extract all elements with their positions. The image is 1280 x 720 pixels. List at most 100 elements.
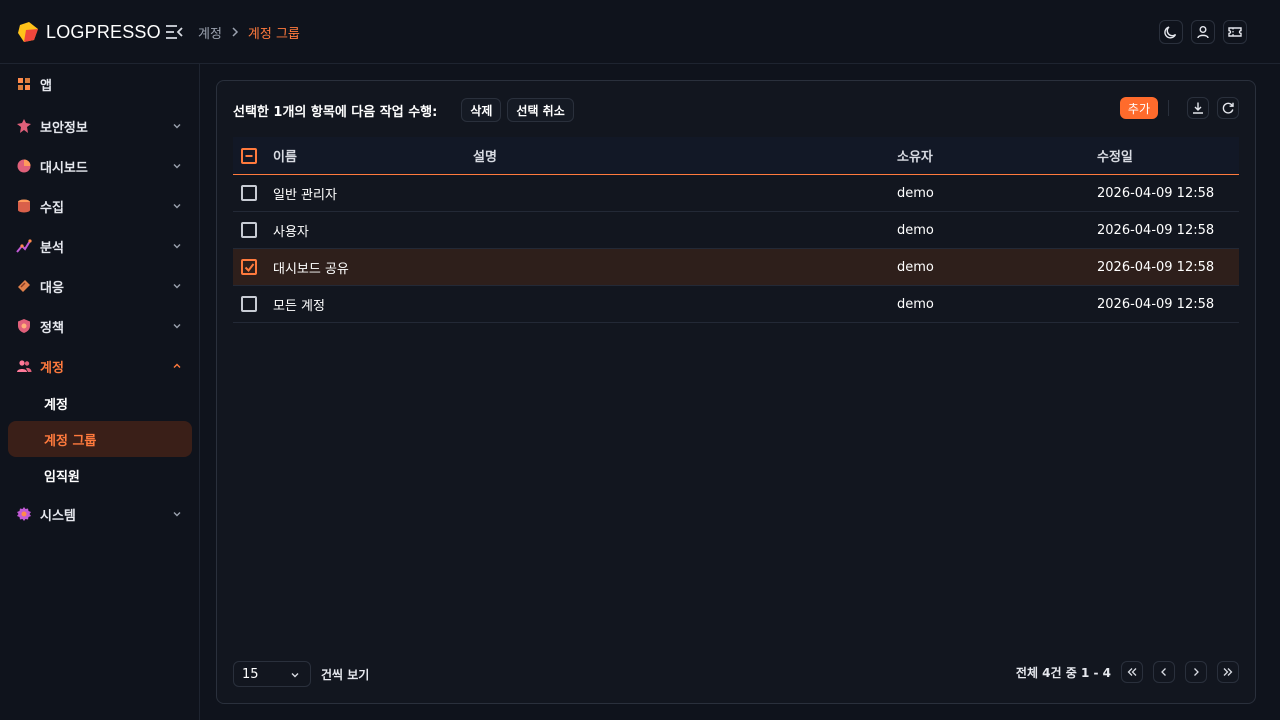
header-checkbox-cell bbox=[241, 137, 257, 174]
breadcrumb-item-account-group: 계정 그룹 bbox=[247, 26, 300, 42]
chevron-down-icon bbox=[173, 284, 181, 289]
delete-button[interactable]: 삭제 bbox=[461, 98, 502, 122]
row-owner: demo bbox=[897, 259, 934, 275]
refresh-icon bbox=[1222, 102, 1234, 114]
last-page-button[interactable] bbox=[1217, 661, 1239, 683]
sidebar-item-label: 계정 bbox=[40, 360, 64, 376]
users-icon bbox=[17, 360, 32, 372]
checkmark-icon bbox=[244, 262, 254, 272]
system-icon bbox=[17, 507, 31, 521]
dashboard-icon bbox=[17, 159, 31, 173]
row-checkbox[interactable] bbox=[241, 185, 257, 201]
table-row[interactable]: 일반 관리자 demo 2026-04-09 12:58 bbox=[233, 175, 1239, 212]
row-checkbox-cell bbox=[241, 249, 257, 285]
table-row[interactable]: 모든 계정 demo 2026-04-09 12:58 bbox=[233, 286, 1239, 323]
chevron-left-icon bbox=[1161, 668, 1166, 676]
first-page-button[interactable] bbox=[1121, 661, 1143, 683]
refresh-button[interactable] bbox=[1217, 97, 1239, 119]
selection-toolbar: 선택한 1개의 항목에 다음 작업 수행: 삭제 선택 취소 추가 bbox=[233, 97, 1239, 123]
download-button[interactable] bbox=[1187, 97, 1209, 119]
sidebar-item-analysis[interactable]: 분석 bbox=[8, 228, 192, 264]
table-row[interactable]: 대시보드 공유 demo 2026-04-09 12:58 bbox=[233, 249, 1239, 286]
row-checkbox[interactable] bbox=[241, 296, 257, 312]
chevron-down-icon bbox=[291, 673, 299, 678]
header-actions bbox=[1159, 20, 1247, 44]
sidebar-item-response[interactable]: 대응 bbox=[8, 268, 192, 304]
deselect-button[interactable]: 선택 취소 bbox=[507, 98, 574, 122]
menu-collapse-icon[interactable] bbox=[164, 22, 184, 42]
per-page-label: 건씩 보기 bbox=[321, 668, 370, 682]
next-page-button[interactable] bbox=[1185, 661, 1207, 683]
table-footer: 15 건씩 보기 전체 4건 중 1 - 4 bbox=[233, 661, 1239, 687]
user-icon bbox=[1197, 26, 1209, 39]
account-group-table: 이름 설명 소유자 수정일 일반 관리자 demo 2026-04-09 12:… bbox=[233, 137, 1239, 323]
row-checkbox-cell bbox=[241, 212, 257, 248]
sidebar-item-policy[interactable]: 정책 bbox=[8, 308, 192, 344]
column-header-modified[interactable]: 수정일 bbox=[1097, 137, 1133, 174]
chevron-down-icon bbox=[173, 324, 181, 329]
chevron-down-icon bbox=[173, 204, 181, 209]
logo-mark-icon bbox=[18, 22, 38, 42]
row-name[interactable]: 모든 계정 bbox=[273, 286, 325, 322]
breadcrumb-item-account[interactable]: 계정 bbox=[198, 23, 222, 42]
chevron-up-icon bbox=[173, 363, 181, 368]
add-button[interactable]: 추가 bbox=[1119, 97, 1158, 119]
apps-icon bbox=[18, 78, 30, 90]
main-panel: 선택한 1개의 항목에 다음 작업 수행: 삭제 선택 취소 추가 이름 설명 … bbox=[216, 80, 1256, 704]
table-row[interactable]: 사용자 demo 2026-04-09 12:58 bbox=[233, 212, 1239, 249]
chevron-down-icon bbox=[173, 124, 181, 129]
sidebar-subitem-account[interactable]: 계정 bbox=[8, 385, 192, 421]
breadcrumb: 계정 계정 그룹 bbox=[198, 22, 300, 42]
chevrons-right-icon bbox=[1223, 668, 1233, 676]
row-modified: 2026-04-09 12:58 bbox=[1097, 222, 1215, 238]
policy-icon bbox=[18, 319, 30, 333]
prev-page-button[interactable] bbox=[1153, 661, 1175, 683]
user-profile-button[interactable] bbox=[1191, 20, 1215, 44]
row-owner: demo bbox=[897, 222, 934, 238]
chevron-right-icon bbox=[1194, 668, 1199, 676]
row-name[interactable]: 일반 관리자 bbox=[273, 175, 337, 211]
logo-text: LOGPRESSO bbox=[46, 21, 161, 42]
sidebar-subitem-account-group[interactable]: 계정 그룹 bbox=[8, 421, 192, 457]
row-checkbox[interactable] bbox=[241, 259, 257, 275]
column-header-owner[interactable]: 소유자 bbox=[897, 137, 933, 174]
sidebar-item-label: 대시보드 bbox=[40, 160, 88, 176]
table-header: 이름 설명 소유자 수정일 bbox=[233, 137, 1239, 175]
sidebar-item-apps[interactable]: 앱 bbox=[8, 66, 192, 102]
logo[interactable]: LOGPRESSO bbox=[16, 20, 161, 44]
sidebar-item-label: 대응 bbox=[40, 280, 64, 296]
ticket-button[interactable] bbox=[1223, 20, 1247, 44]
column-header-name[interactable]: 이름 bbox=[273, 137, 297, 174]
sidebar-item-label: 수집 bbox=[40, 200, 64, 216]
row-modified: 2026-04-09 12:58 bbox=[1097, 185, 1215, 201]
pagination-range: 전체 4건 중 1 - 4 bbox=[1015, 665, 1111, 680]
row-checkbox[interactable] bbox=[241, 222, 257, 238]
sidebar-item-dashboard[interactable]: 대시보드 bbox=[8, 148, 192, 184]
ticket-icon bbox=[1228, 27, 1242, 37]
toolbar-divider bbox=[1168, 100, 1169, 116]
row-owner: demo bbox=[897, 185, 934, 201]
sidebar-item-collect[interactable]: 수집 bbox=[8, 188, 192, 224]
sidebar-item-system[interactable]: 시스템 bbox=[8, 496, 192, 532]
chevron-right-icon bbox=[232, 27, 238, 37]
row-name[interactable]: 사용자 bbox=[273, 212, 309, 248]
page-size-value: 15 bbox=[242, 666, 259, 682]
row-name[interactable]: 대시보드 공유 bbox=[273, 249, 349, 285]
column-header-description[interactable]: 설명 bbox=[473, 137, 497, 174]
sidebar-subitem-employee[interactable]: 임직원 bbox=[8, 457, 192, 493]
indeterminate-icon bbox=[245, 154, 253, 157]
sidebar: 앱 보안정보 대시보드 수집 분석 대응 정책 계정 계정 계정 그룹 임직원 … bbox=[0, 64, 200, 720]
analysis-icon bbox=[16, 239, 32, 253]
chevron-down-icon bbox=[173, 512, 181, 517]
sidebar-item-security-info[interactable]: 보안정보 bbox=[8, 108, 192, 144]
sidebar-item-label: 시스템 bbox=[40, 508, 76, 524]
row-owner: demo bbox=[897, 296, 934, 312]
sidebar-item-account[interactable]: 계정 bbox=[8, 348, 192, 384]
collect-icon bbox=[18, 199, 30, 213]
sidebar-item-label: 분석 bbox=[40, 240, 64, 256]
pagination: 전체 4건 중 1 - 4 bbox=[1016, 661, 1239, 683]
selection-message: 선택한 1개의 항목에 다음 작업 수행: bbox=[233, 104, 438, 120]
theme-toggle-button[interactable] bbox=[1159, 20, 1183, 44]
select-all-checkbox[interactable] bbox=[241, 147, 257, 164]
page-size-select[interactable]: 15 bbox=[233, 661, 311, 687]
